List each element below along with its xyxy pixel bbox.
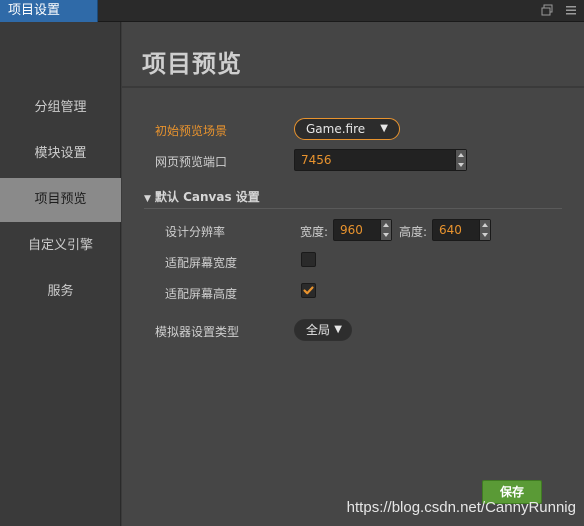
fit-height-label: 适配屏幕高度 <box>165 287 238 301</box>
sidebar: 分组管理 模块设置 项目预览 自定义引擎 服务 <box>0 22 121 526</box>
spin-down-icon[interactable] <box>482 233 488 237</box>
spin-down-icon[interactable] <box>383 233 389 237</box>
spin-down-icon[interactable] <box>458 163 464 167</box>
checkmark-icon <box>303 286 314 295</box>
initial-scene-value: Game.fire <box>306 122 366 136</box>
width-value: 960 <box>340 223 363 237</box>
width-spinner[interactable] <box>380 220 391 240</box>
title-bar: 项目设置 <box>0 0 584 22</box>
collapse-triangle-icon: ▼ <box>144 194 151 204</box>
simulator-value: 全局 <box>306 323 331 337</box>
height-label: 高度: <box>399 225 428 239</box>
page-header: 项目预览 <box>122 22 584 88</box>
fit-height-checkbox[interactable] <box>301 283 316 298</box>
sidebar-item-project-preview[interactable]: 项目预览 <box>0 178 121 222</box>
initial-scene-select[interactable]: Game.fire ▼ <box>294 118 400 140</box>
spin-up-icon[interactable] <box>458 153 464 157</box>
sidebar-item-custom-engine[interactable]: 自定义引擎 <box>0 224 121 268</box>
dropdown-arrow-icon: ▼ <box>334 324 342 335</box>
restore-icon[interactable] <box>540 3 554 17</box>
canvas-section-header[interactable]: ▼ 默认 Canvas 设置 <box>144 188 260 205</box>
port-spinner[interactable] <box>455 150 466 170</box>
page-title: 项目预览 <box>142 50 242 78</box>
port-label: 网页预览端口 <box>155 155 228 169</box>
sidebar-item-group-management[interactable]: 分组管理 <box>0 86 121 130</box>
fit-width-label: 适配屏幕宽度 <box>165 256 238 270</box>
dropdown-arrow-icon: ▼ <box>380 123 388 134</box>
initial-scene-label: 初始预览场景 <box>155 124 228 138</box>
sidebar-item-services[interactable]: 服务 <box>0 270 121 314</box>
port-value: 7456 <box>301 153 332 167</box>
spin-up-icon[interactable] <box>482 223 488 227</box>
port-input[interactable]: 7456 <box>294 149 467 171</box>
canvas-section-title: 默认 Canvas 设置 <box>154 190 260 204</box>
window-tab[interactable]: 项目设置 <box>0 0 98 22</box>
width-input[interactable]: 960 <box>333 219 392 241</box>
resolution-label: 设计分辨率 <box>165 225 226 239</box>
fit-width-checkbox[interactable] <box>301 252 316 267</box>
watermark-text: https://blog.csdn.net/CannyRunnig <box>346 499 576 516</box>
height-value: 640 <box>439 223 462 237</box>
simulator-select[interactable]: 全局 ▼ <box>294 319 352 341</box>
menu-icon[interactable] <box>564 3 578 17</box>
width-label: 宽度: <box>300 225 329 239</box>
main-panel: 项目预览 初始预览场景 Game.fire ▼ 网页预览端口 7456 ▼ 默认 … <box>122 22 584 526</box>
section-divider <box>144 208 562 209</box>
height-spinner[interactable] <box>479 220 490 240</box>
height-input[interactable]: 640 <box>432 219 491 241</box>
spin-up-icon[interactable] <box>383 223 389 227</box>
sidebar-item-module-settings[interactable]: 模块设置 <box>0 132 121 176</box>
simulator-label: 模拟器设置类型 <box>155 325 240 339</box>
